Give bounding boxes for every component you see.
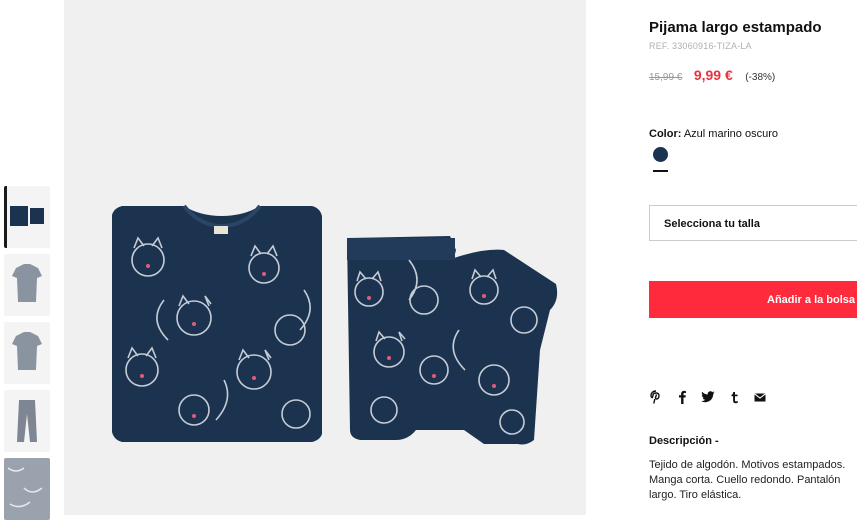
color-value: Azul marino oscuro	[683, 128, 778, 140]
product-reference: REF. 33060916-TIZA-LA	[649, 41, 752, 51]
description-text: Tejido de algodón. Motivos estampados. M…	[649, 459, 846, 501]
pinterest-icon[interactable]	[649, 389, 663, 405]
thumbnail-pants[interactable]	[4, 390, 50, 452]
description-title[interactable]: Descripción -	[649, 435, 719, 447]
sale-price: 9,99 €	[693, 67, 733, 83]
product-info-panel: Pijama largo estampado REF. 33060916-TIZ…	[649, 0, 857, 515]
price-row: 15,99 € 9,99 € (-38%)	[649, 67, 775, 85]
old-price: 15,99 €	[649, 72, 683, 83]
discount-badge: (-38%)	[745, 72, 776, 83]
thumbnail-tshirt-back[interactable]	[4, 322, 50, 384]
add-to-bag-button[interactable]: Añadir a la bolsa	[649, 281, 857, 318]
add-to-bag-label: Añadir a la bolsa	[767, 294, 856, 306]
tshirt-illustration	[112, 204, 322, 442]
color-label-row: Color: Azul marino oscuro	[649, 128, 778, 140]
thumbnail-list	[0, 0, 56, 520]
tumblr-icon[interactable]	[727, 389, 741, 405]
swatch-selected-indicator	[653, 170, 668, 172]
twitter-icon[interactable]	[701, 389, 715, 405]
size-select[interactable]: Selecciona tu talla	[649, 205, 857, 241]
facebook-icon[interactable]	[675, 389, 689, 405]
product-title: Pijama largo estampado	[649, 19, 822, 36]
product-main-image[interactable]	[64, 0, 586, 515]
email-icon[interactable]	[753, 389, 767, 405]
pants-illustration	[347, 236, 558, 445]
thumbnail-set[interactable]	[4, 186, 50, 248]
thumbnail-tshirt-front[interactable]	[4, 254, 50, 316]
color-swatch-navy[interactable]	[653, 147, 668, 162]
size-select-label: Selecciona tu talla	[664, 218, 760, 230]
thumbnail-detail[interactable]	[4, 458, 50, 520]
color-label: Color:	[649, 128, 682, 140]
